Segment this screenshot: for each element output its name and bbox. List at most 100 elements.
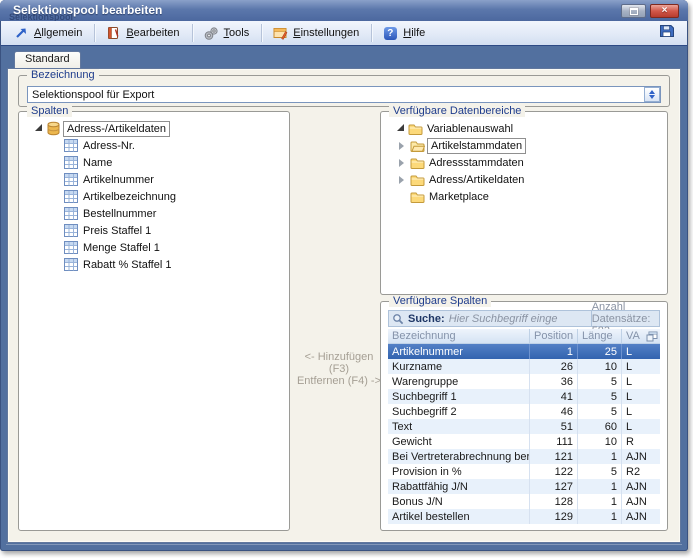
tree-item[interactable]: Artikelstammdaten (385, 137, 663, 154)
toolbar-button-hilfe[interactable]: ?Hilfe (376, 24, 433, 43)
tree-item[interactable]: Menge Staffel 1 (23, 239, 285, 256)
cell-position: 26 (530, 359, 578, 374)
tab-standard[interactable]: Standard (14, 51, 81, 68)
bezeichnung-combobox[interactable]: Selektionspool für Export (27, 86, 661, 103)
tree-item[interactable]: Marketplace (385, 188, 663, 205)
folder-icon (410, 174, 427, 186)
folder-icon (410, 191, 427, 203)
maximize-button[interactable] (621, 4, 646, 18)
tree-item[interactable]: Adress/Artikeldaten (385, 171, 663, 188)
table-icon (64, 241, 81, 254)
cell-bezeichnung: Warengruppe (388, 374, 530, 389)
add-button[interactable]: <- Hinzufügen (F3) (294, 351, 384, 375)
toolbar-button-bearbeiten[interactable]: Bearbeiten (99, 24, 187, 43)
record-count: Anzahl Datensätze: 583 (591, 311, 659, 326)
expander-closed-icon[interactable] (399, 159, 404, 167)
tree-item-root[interactable]: Variablenauswahl (385, 120, 663, 137)
tree-item-label: Artikelbezeichnung (81, 191, 178, 203)
tree-item[interactable]: Bestellnummer (23, 205, 285, 222)
cell-position: 121 (530, 449, 578, 464)
table-row[interactable]: Text5160L (388, 419, 660, 434)
toolbar-button-allgemein[interactable]: Allgemein (7, 24, 90, 43)
cell-va: L (622, 344, 660, 359)
cell-bezeichnung: Bei Vertreterabrechnung berücksichtige (388, 449, 530, 464)
help-icon: ? (382, 26, 398, 41)
folder-icon (410, 157, 427, 169)
tree-item[interactable]: Name (23, 154, 285, 171)
column-header-laenge[interactable]: Länge (578, 329, 622, 343)
cell-position: 129 (530, 509, 578, 524)
table-icon (64, 156, 81, 169)
tree-item[interactable]: Adressstammdaten (385, 154, 663, 171)
table-row[interactable]: Rabattfähig J/N1271AJN (388, 479, 660, 494)
cell-bezeichnung: Gewicht (388, 434, 530, 449)
toolbar-button-label: Bearbeiten (126, 27, 179, 39)
cell-bezeichnung: Artikelnummer (388, 344, 530, 359)
close-button[interactable]: × (650, 4, 679, 18)
table-row[interactable]: Bonus J/N1281AJN (388, 494, 660, 509)
group-verfuegbare-spalten-label: Verfügbare Spalten (389, 295, 491, 307)
table-icon (64, 224, 81, 237)
column-chooser-icon[interactable] (646, 331, 658, 345)
save-button[interactable] (656, 24, 678, 43)
toolbar: Allgemein Bearbeiten Tools Einstellungen ?Hi… (1, 21, 687, 46)
search-icon (392, 313, 404, 325)
table-row[interactable]: Kurzname2610L (388, 359, 660, 374)
cell-laenge: 60 (578, 419, 622, 434)
tree-item-label: Artikelstammdaten (427, 138, 526, 154)
cell-bezeichnung: Text (388, 419, 530, 434)
table-row[interactable]: Warengruppe365L (388, 374, 660, 389)
combobox-dropdown-button[interactable] (644, 87, 660, 102)
cell-laenge: 5 (578, 389, 622, 404)
toolbar-separator (94, 24, 95, 42)
table-row[interactable]: Artikelnummer125L (388, 344, 660, 359)
expander-open-icon[interactable] (35, 124, 42, 131)
expander-closed-icon[interactable] (399, 176, 404, 184)
toolbar-button-tools[interactable]: Tools (197, 24, 258, 43)
cell-bezeichnung: Artikel bestellen (388, 509, 530, 524)
title-bar[interactable]: Selektionspool Selektionspool bearbeiten… (0, 0, 688, 21)
tree-item-label: Preis Staffel 1 (81, 225, 153, 237)
expander-closed-icon[interactable] (399, 142, 404, 150)
column-header-bezeichnung[interactable]: Bezeichnung (388, 329, 530, 343)
group-verfuegbare-spalten: Verfügbare Spalten Suche: Anzahl Datensä… (380, 301, 668, 531)
cell-va: L (622, 359, 660, 374)
tree-item[interactable]: Adress-Nr. (23, 137, 285, 154)
tree-item[interactable]: Artikelnummer (23, 171, 285, 188)
table-row[interactable]: Artikel bestellen1291AJN (388, 509, 660, 524)
tree-item[interactable]: Rabatt % Staffel 1 (23, 256, 285, 273)
toolbar-buttons: Allgemein Bearbeiten Tools Einstellungen ?Hi… (7, 24, 433, 43)
cell-laenge: 5 (578, 464, 622, 479)
cell-position: 46 (530, 404, 578, 419)
tree-item[interactable]: Preis Staffel 1 (23, 222, 285, 239)
expander-open-icon[interactable] (397, 124, 404, 131)
table-icon (64, 173, 81, 186)
window-title: Selektionspool bearbeiten (13, 3, 162, 17)
grid-header[interactable]: Bezeichnung Position Länge VA (388, 329, 660, 344)
cell-laenge: 1 (578, 479, 622, 494)
table-row[interactable]: Bei Vertreterabrechnung berücksichtige12… (388, 449, 660, 464)
toolbar-button-einstellungen[interactable]: Einstellungen (266, 24, 367, 43)
remove-button[interactable]: Entfernen (F4) -> (294, 375, 384, 387)
search-input[interactable] (449, 313, 591, 325)
toolbar-separator (192, 24, 193, 42)
table-row[interactable]: Suchbegriff 1415L (388, 389, 660, 404)
toolbar-button-label: Einstellungen (293, 27, 359, 39)
maximize-icon (630, 8, 638, 15)
cell-va: AJN (622, 479, 660, 494)
content-panel: Bezeichnung Selektionspool für Export Sp… (7, 68, 681, 543)
search-box[interactable]: Suche: (389, 311, 591, 326)
cell-va: R (622, 434, 660, 449)
table-row[interactable]: Gewicht11110R (388, 434, 660, 449)
tree-item[interactable]: Artikelbezeichnung (23, 188, 285, 205)
cell-va: AJN (622, 509, 660, 524)
column-header-position[interactable]: Position (530, 329, 578, 343)
folder-icon (408, 123, 425, 135)
arrow-ne-icon (13, 26, 29, 41)
tree-item-root[interactable]: Adress-/Artikeldaten (23, 120, 285, 137)
table-row[interactable]: Suchbegriff 2465L (388, 404, 660, 419)
cell-va: L (622, 389, 660, 404)
db-icon (46, 121, 63, 136)
table-row[interactable]: Provision in %1225R2 (388, 464, 660, 479)
cell-bezeichnung: Bonus J/N (388, 494, 530, 509)
